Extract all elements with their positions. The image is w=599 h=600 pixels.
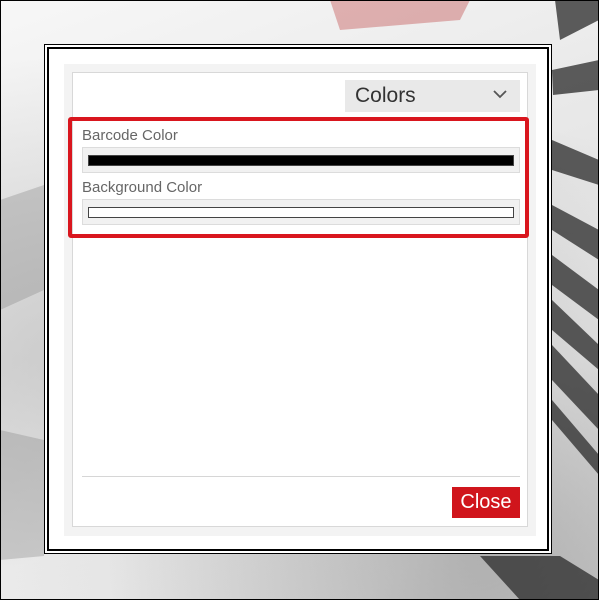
background-color-swatch	[88, 207, 514, 218]
view-select-value: Colors	[355, 84, 416, 107]
background-color-label: Background Color	[82, 179, 203, 196]
barcode-color-swatch	[88, 155, 514, 166]
barcode-color-label: Barcode Color	[82, 127, 178, 144]
footer-divider	[82, 476, 520, 477]
background-color-picker[interactable]	[82, 199, 520, 225]
view-select-dropdown[interactable]: Colors	[345, 80, 520, 112]
chevron-down-icon	[493, 90, 507, 99]
barcode-color-picker[interactable]	[82, 147, 520, 173]
close-button[interactable]: Close	[452, 487, 520, 518]
